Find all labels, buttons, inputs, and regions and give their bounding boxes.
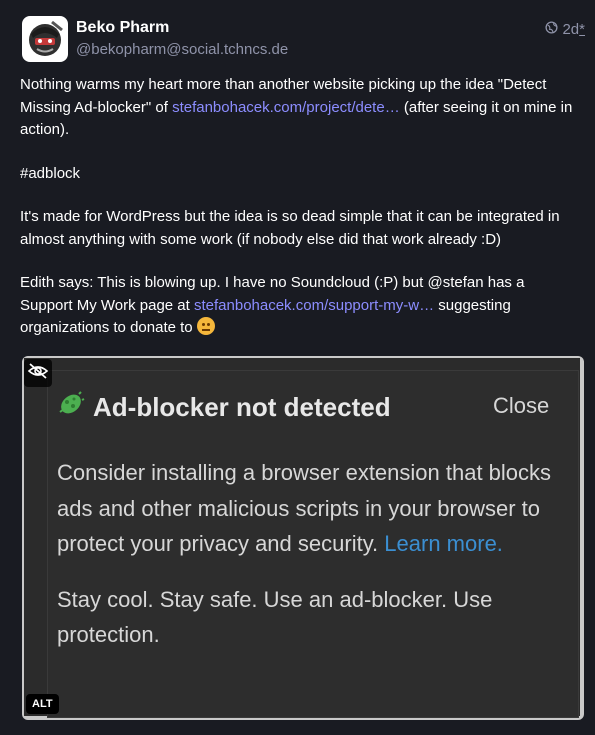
avatar[interactable]	[22, 16, 68, 62]
screenshot-title: Ad-blocker not detected	[57, 390, 391, 425]
virus-icon	[57, 390, 85, 425]
author-display-name[interactable]: Beko Pharm	[76, 19, 169, 37]
edited-marker: *	[579, 21, 585, 38]
hashtag-link[interactable]: #adblock	[20, 165, 80, 182]
screenshot-tagline: Stay cool. Stay safe. Use an ad-blocker.…	[57, 586, 493, 648]
mention-link[interactable]: @stefan	[427, 274, 483, 291]
eye-slash-icon	[27, 362, 49, 385]
project-link[interactable]: stefanbohacek.com/project/dete…	[172, 99, 400, 116]
support-link[interactable]: stefanbohacek.com/support-my-w…	[194, 297, 434, 314]
post-paragraph: #adblock	[20, 163, 580, 186]
author-handle[interactable]: @bekopharm@social.tchncs.de	[76, 41, 288, 58]
post-paragraph: It's made for WordPress but the idea is …	[20, 208, 560, 248]
learn-more-text: Learn more.	[384, 531, 503, 556]
alt-text-button[interactable]: ALT	[26, 694, 59, 714]
post-timestamp[interactable]: 2d*	[562, 21, 585, 38]
hide-media-button[interactable]	[24, 359, 52, 387]
globe-icon	[545, 21, 559, 38]
post-meta: 2d*	[545, 21, 585, 38]
post-content: Nothing warms my heart more than another…	[20, 74, 580, 361]
screenshot-body: Consider installing a browser extension …	[57, 455, 557, 673]
post-paragraph: Nothing warms my heart more than another…	[20, 76, 573, 138]
post-paragraph: Edith says: This is blowing up. I have n…	[20, 274, 525, 336]
smiling-face-emoji	[196, 317, 215, 335]
screenshot-title-text: Ad-blocker not detected	[93, 392, 391, 422]
screenshot-paragraph: Consider installing a browser extension …	[57, 460, 552, 556]
screenshot-close-label: Close	[493, 393, 550, 418]
